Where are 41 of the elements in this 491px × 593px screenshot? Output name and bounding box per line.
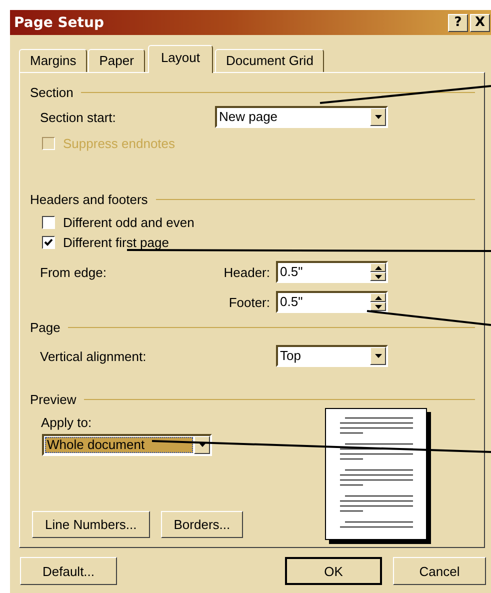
checkbox-label: Suppress endnotes [63,136,176,150]
button[interactable]: Default... [20,557,117,585]
tab[interactable]: Paper [88,49,145,72]
field-label: Footer: [228,294,270,310]
checkbox-label: Different first page [63,234,169,250]
button[interactable]: OK [285,557,382,585]
help-button[interactable]: ? [448,14,468,32]
group-title: Section [30,84,74,100]
spin-down-button[interactable] [370,272,386,281]
field-label: Vertical alignment: [40,348,148,364]
spin-down-button[interactable] [370,302,386,311]
field-label: From edge: [40,264,106,280]
field-label: Apply to: [41,415,92,430]
button[interactable]: Line Numbers... [32,511,150,538]
field-label: Section start: [40,110,117,124]
group-title: Page [30,320,60,334]
checkbox[interactable] [42,216,55,228]
check-icon [44,238,53,246]
close-button[interactable]: X [470,14,490,32]
dropdown[interactable]: New page [215,106,388,128]
down-arrow-icon [374,304,382,308]
group-title: Preview [30,392,76,406]
down-arrow-icon [374,274,382,278]
up-arrow-icon [374,296,382,300]
window-title: Page Setup [14,14,104,30]
tab[interactable]: Layout [148,45,213,73]
spinner-field[interactable]: 0.5" [276,261,388,283]
field-label: Header: [222,264,270,280]
checkbox[interactable] [42,236,55,248]
checkbox-label: Different odd and even [63,214,194,230]
up-arrow-icon [374,266,382,270]
dropdown[interactable]: Whole document [42,434,212,456]
spinner-field[interactable]: 0.5" [276,291,388,313]
spin-up-button[interactable] [370,263,386,272]
button[interactable]: Borders... [160,511,244,538]
spin-up-button[interactable] [370,293,386,302]
dropdown[interactable]: Top [276,345,388,367]
group-title: Headers and footers [30,192,148,206]
tab[interactable]: Margins [19,49,88,72]
button[interactable]: Cancel [393,557,486,585]
tab[interactable]: Document Grid [215,49,324,72]
